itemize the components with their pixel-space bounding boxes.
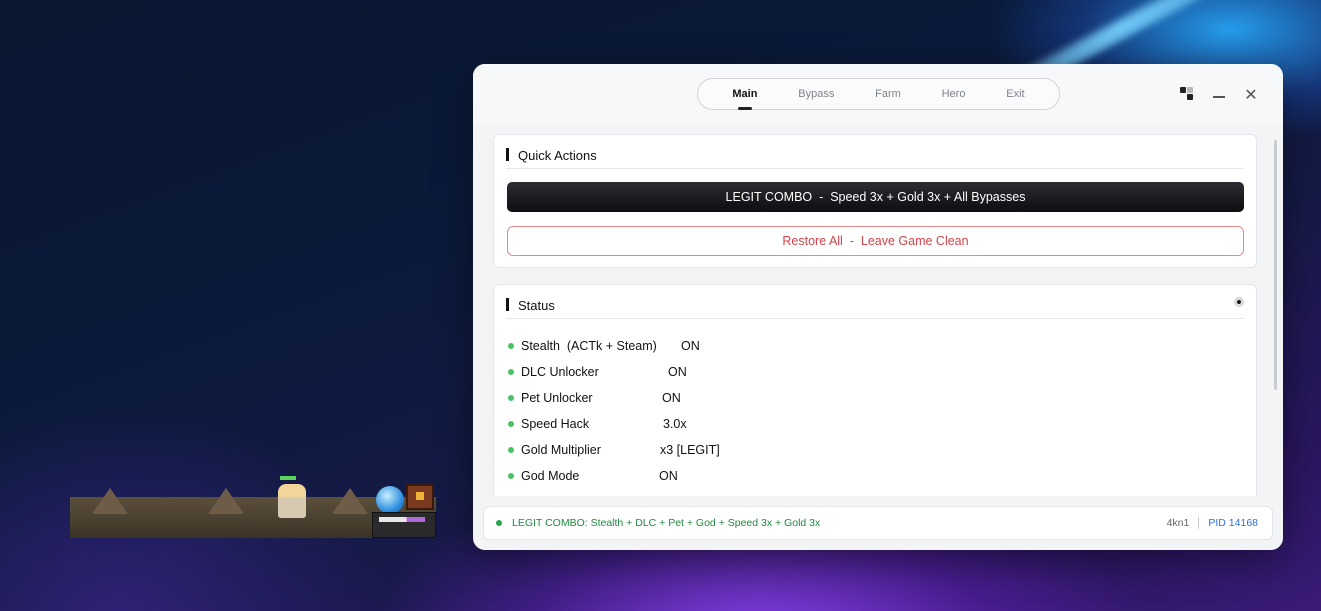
hero-sprite — [278, 484, 306, 518]
status-label: God Mode — [521, 469, 580, 483]
status-bar-indicator — [496, 520, 502, 526]
tab-bypass[interactable]: Bypass — [792, 84, 840, 104]
cheat-window: Main Bypass Farm Hero Exit ✕ Quick Actio… — [473, 64, 1283, 550]
status-header: Status — [506, 285, 1244, 319]
quick-actions-header: Quick Actions — [506, 135, 1244, 169]
quick-actions-card: Quick Actions LEGIT COMBO - Speed 3x + G… — [493, 134, 1257, 268]
status-title: Status — [518, 298, 555, 313]
main-content: Quick Actions LEGIT COMBO - Speed 3x + G… — [473, 124, 1283, 496]
status-value: ON — [681, 339, 700, 353]
status-on-indicator — [508, 369, 514, 375]
status-card: Status Stealth (ACTk + Steam) ON DLC Unl… — [493, 284, 1257, 496]
status-row-dlc: DLC Unlocker ON — [508, 359, 687, 385]
status-list: Stealth (ACTk + Steam) ON DLC Unlocker O… — [508, 333, 720, 489]
status-value: ON — [668, 365, 687, 379]
game-scene — [70, 470, 436, 538]
hero-health-bar — [280, 476, 296, 480]
status-on-indicator — [508, 473, 514, 479]
tab-bar: Main Bypass Farm Hero Exit — [697, 78, 1060, 110]
user-name: 4kn1 — [1166, 517, 1190, 529]
divider — [1198, 517, 1200, 529]
status-value: ON — [659, 469, 678, 483]
status-on-indicator — [508, 421, 514, 427]
orb-icon — [376, 486, 404, 514]
theme-toggle-icon[interactable] — [1176, 84, 1198, 104]
status-label: DLC Unlocker — [521, 365, 599, 379]
status-bar-right: 4kn1 PID 14168 — [1167, 517, 1258, 529]
tab-exit[interactable]: Exit — [1000, 84, 1030, 104]
status-label: Stealth (ACTk + Steam) — [521, 339, 657, 353]
quick-actions-title: Quick Actions — [518, 148, 597, 163]
game-rock — [208, 488, 244, 514]
status-bar: LEGIT COMBO: Stealth + DLC + Pet + God +… — [483, 506, 1273, 540]
restore-all-button[interactable]: Restore All - Leave Game Clean — [507, 226, 1244, 256]
status-radio-toggle[interactable] — [1234, 297, 1244, 307]
status-row-pet: Pet Unlocker ON — [508, 385, 681, 411]
legit-combo-button[interactable]: LEGIT COMBO - Speed 3x + Gold 3x + All B… — [507, 182, 1244, 212]
status-on-indicator — [508, 343, 514, 349]
status-bar-message: LEGIT COMBO: Stealth + DLC + Pet + God +… — [512, 517, 821, 529]
status-value: ON — [662, 391, 681, 405]
scrollbar-thumb[interactable] — [1274, 140, 1277, 390]
game-rock — [332, 488, 368, 514]
close-icon[interactable]: ✕ — [1240, 84, 1262, 104]
chest-icon — [406, 484, 434, 510]
status-on-indicator — [508, 395, 514, 401]
process-id: PID 14168 — [1208, 517, 1258, 529]
status-value: x3 [LEGIT] — [660, 443, 720, 457]
minimize-icon[interactable] — [1208, 84, 1230, 104]
status-row-gold: Gold Multiplier x3 [LEGIT] — [508, 437, 720, 463]
tab-farm[interactable]: Farm — [869, 84, 907, 104]
game-rock — [92, 488, 128, 514]
status-label: Pet Unlocker — [521, 391, 593, 405]
status-label: Gold Multiplier — [521, 443, 601, 457]
section-marker — [506, 148, 509, 161]
section-marker — [506, 298, 509, 311]
status-row-speed: Speed Hack 3.0x — [508, 411, 687, 437]
status-label: Speed Hack — [521, 417, 590, 431]
status-row-god: God Mode ON — [508, 463, 678, 489]
tab-hero[interactable]: Hero — [936, 84, 972, 104]
status-row-stealth: Stealth (ACTk + Steam) ON — [508, 333, 700, 359]
tab-main[interactable]: Main — [726, 84, 763, 104]
game-hud-panel — [372, 512, 436, 538]
status-value: 3.0x — [663, 417, 687, 431]
status-on-indicator — [508, 447, 514, 453]
title-bar[interactable]: Main Bypass Farm Hero Exit ✕ — [473, 64, 1283, 124]
